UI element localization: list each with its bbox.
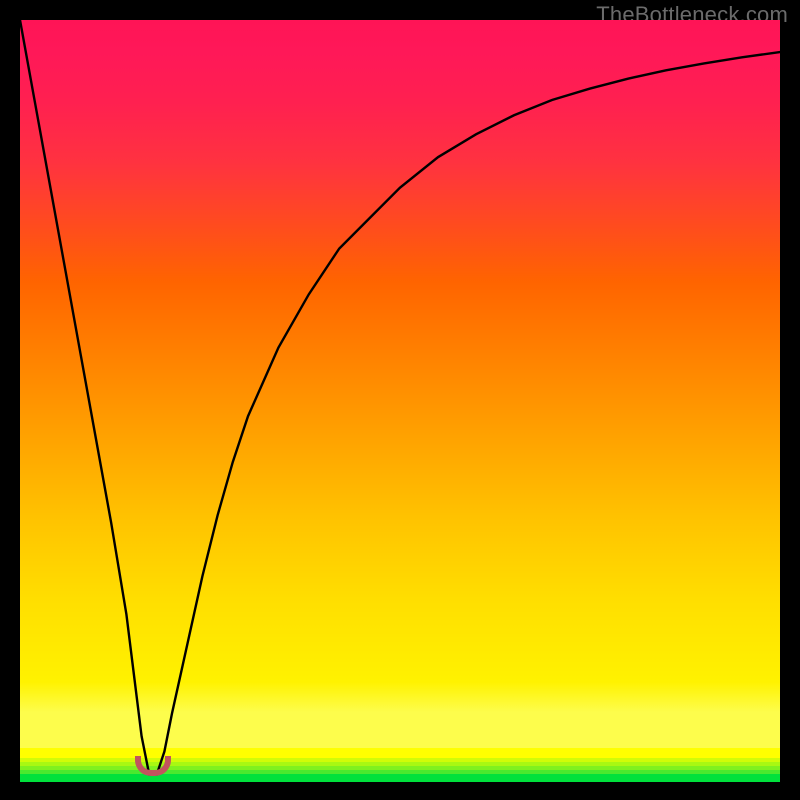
plot-area	[20, 20, 780, 782]
bottleneck-curve	[20, 20, 780, 782]
curve-path	[20, 20, 780, 774]
